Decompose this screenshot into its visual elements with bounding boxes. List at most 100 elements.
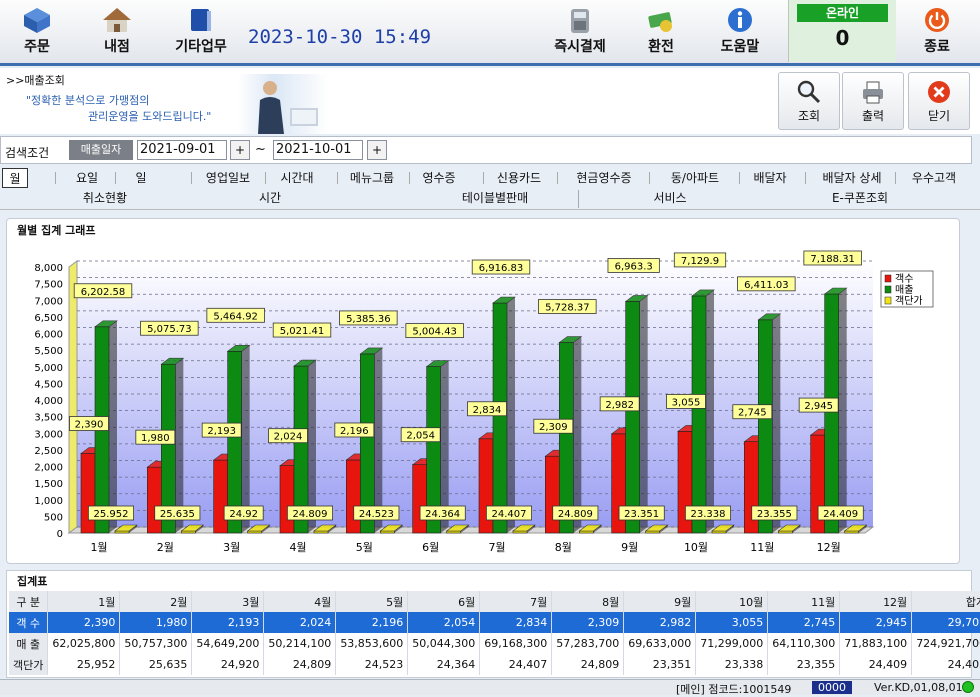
summary-header-cell: 4월	[263, 591, 337, 612]
bar-customers	[279, 465, 295, 534]
tab-row2-3[interactable]: 테이블별판매	[400, 188, 590, 208]
y-tick-label: 7,000	[34, 296, 63, 307]
tab-5[interactable]: 시간대	[270, 168, 324, 188]
table-cell: 29,707	[911, 612, 980, 633]
table-cell: 62,025,800	[47, 633, 121, 654]
chart-title: 월별 집계 그래프	[17, 224, 96, 237]
close-button[interactable]: 닫기	[908, 72, 970, 130]
data-label-sales: 5,385.36	[346, 314, 391, 325]
bar-sales	[824, 293, 839, 534]
table-cell: 1,980	[119, 612, 193, 633]
tab-11[interactable]: 배달자	[744, 168, 796, 188]
instant-payment-button[interactable]: 즉시결제	[546, 0, 614, 62]
x-tick-label: 8월	[555, 541, 572, 554]
y-tick-label: 1,500	[34, 479, 63, 490]
bar-sales-side	[573, 336, 582, 533]
monthly-chart-panel: 월별 집계 그래프 0 500 1,000 1,500 2,000 2,500 3,000 3…	[6, 218, 960, 564]
row-label: 객단가	[9, 654, 49, 675]
summary-header-cell: 12월	[839, 591, 913, 612]
tab-2[interactable]: 요일	[60, 168, 114, 188]
page-header: >>매출조회 "정확한 분석으로 가맹점의 관리운영을 도와드립니다." 조회 …	[0, 68, 980, 134]
tab-separator	[337, 172, 338, 184]
table-cell: 724,921,700	[911, 633, 980, 654]
close-icon	[928, 81, 950, 103]
tab-row2-4[interactable]: 서비스	[600, 188, 740, 208]
tab-1[interactable]: 월	[2, 168, 28, 188]
tab-7[interactable]: 영수증	[414, 168, 464, 188]
table-cell: 24,402	[911, 654, 980, 675]
cube-icon	[24, 8, 50, 33]
data-label-sales: 5,728.37	[545, 303, 590, 314]
data-label-sales: 5,004.43	[412, 327, 457, 338]
bar-sales	[691, 295, 707, 534]
table-cell: 2,834	[479, 612, 553, 633]
table-row[interactable]: 매 출 62,025,800 50,757,300 54,649,200 50,214,…	[9, 633, 980, 654]
exit-button[interactable]: 종료	[910, 0, 964, 62]
data-label-customers: 2,945	[804, 401, 833, 412]
table-cell: 50,757,300	[119, 633, 193, 654]
tab-separator	[805, 172, 806, 184]
tab-separator	[578, 190, 579, 208]
x-tick-label: 7월	[488, 541, 505, 554]
table-cell: 71,299,000	[695, 633, 769, 654]
summary-panel: 집계표 구 분1월2월3월4월5월6월7월8월9월10월11월12월합계객 수2…	[6, 570, 980, 678]
table-cell: 24,409	[839, 654, 913, 675]
tab-6[interactable]: 메뉴그룹	[342, 168, 402, 188]
table-cell: 2,745	[767, 612, 841, 633]
tab-separator	[649, 172, 650, 184]
table-cell: 50,044,300	[407, 633, 481, 654]
tab-separator	[409, 172, 410, 184]
data-label-sales: 7,188.31	[810, 254, 855, 265]
bar-sales-side	[838, 287, 847, 533]
y-tick-label: 1,000	[34, 496, 63, 507]
tab-4[interactable]: 영업일보	[196, 168, 260, 188]
start-date-picker-button[interactable]: +	[230, 140, 250, 160]
search-button[interactable]: 조회	[778, 72, 840, 130]
printer-icon	[863, 81, 883, 104]
tab-10[interactable]: 동/아파트	[654, 168, 736, 188]
legend-label: 객단가	[895, 295, 923, 307]
table-cell: 69,633,000	[623, 633, 697, 654]
data-label-avg-price: 24.407	[492, 509, 527, 520]
end-date-picker-button[interactable]: +	[367, 140, 387, 160]
tab-9[interactable]: 현금영수증	[562, 168, 646, 188]
tab-row2-2[interactable]: 시간	[220, 188, 320, 208]
table-cell: 24,523	[335, 654, 409, 675]
end-date-input[interactable]: 2021-10-01	[273, 140, 363, 160]
tab-3[interactable]: 일	[120, 168, 162, 188]
print-button[interactable]: 출력	[842, 72, 904, 130]
y-tick-label: 0	[57, 529, 63, 540]
table-row[interactable]: 객 수 2,390 1,980 2,193 2,024 2,196 2,054 2,834 2,…	[9, 612, 980, 633]
bar-sales	[559, 342, 574, 534]
x-tick-label: 5월	[356, 541, 373, 554]
data-label-customers: 2,309	[539, 422, 568, 433]
bar-sales-side	[772, 313, 781, 533]
tab-12[interactable]: 배달자 상세	[810, 168, 894, 188]
bar-sales-side	[507, 297, 515, 533]
tab-13[interactable]: 우수고객	[900, 168, 968, 188]
help-button[interactable]: 도움말	[712, 0, 768, 62]
table-cell: 53,853,600	[335, 633, 409, 654]
summary-header-cell: 합계	[911, 591, 980, 612]
summary-table: 구 분1월2월3월4월5월6월7월8월9월10월11월12월합계객 수2,390…	[9, 591, 980, 675]
order-button[interactable]: 주문	[10, 0, 64, 62]
report-tabs-row-2: 취소현황 시간 테이블별판매 서비스 E-쿠폰조회	[0, 188, 980, 210]
visit-button[interactable]: 내점	[88, 0, 146, 62]
bar-customers	[346, 459, 361, 534]
tab-row2-5[interactable]: E-쿠폰조회	[790, 188, 930, 208]
x-tick-label: 2월	[157, 541, 174, 554]
tab-row2-1[interactable]: 취소현황	[40, 188, 170, 208]
data-label-customers: 2,054	[406, 431, 435, 442]
start-date-input[interactable]: 2021-09-01	[137, 140, 227, 160]
exchange-button[interactable]: 환전	[634, 0, 688, 62]
table-row[interactable]: 객단가 25,952 25,635 24,920 24,809 24,523 24,364 2…	[9, 654, 980, 675]
date-kind-selector[interactable]: 매출일자	[69, 140, 133, 160]
table-cell: 2,024	[263, 612, 337, 633]
other-tasks-button[interactable]: 기타업무	[168, 0, 234, 62]
current-datetime: 2023-10-30 15:49	[248, 26, 432, 48]
data-label-avg-price: 24.409	[823, 509, 858, 520]
x-tick-label: 3월	[223, 541, 240, 554]
summary-header-cell: 1월	[47, 591, 121, 612]
tab-8[interactable]: 신용카드	[488, 168, 550, 188]
table-cell: 2,193	[191, 612, 265, 633]
